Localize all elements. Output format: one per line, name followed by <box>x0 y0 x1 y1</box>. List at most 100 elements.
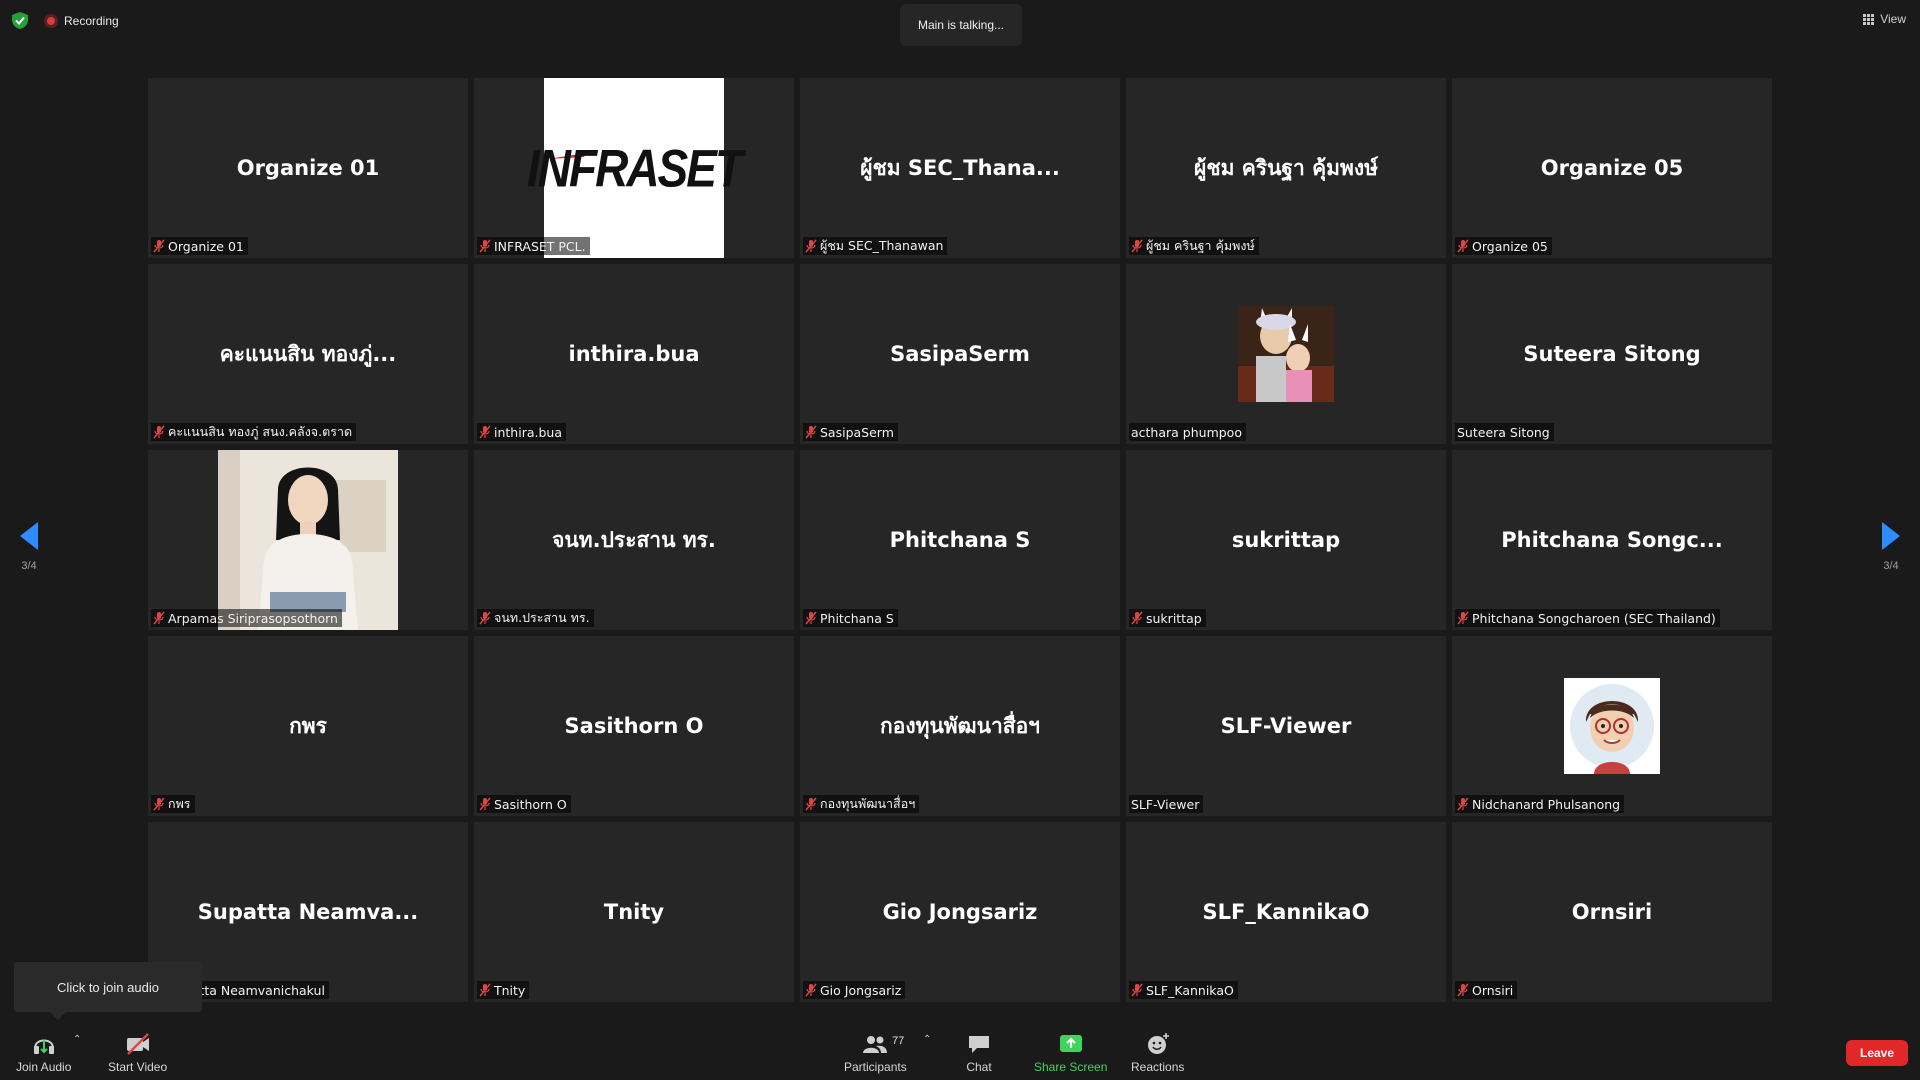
mic-muted-icon <box>805 611 817 625</box>
tile-display-name: Phitchana Songc... <box>1501 528 1723 552</box>
tile-name-label: Phitchana Songcharoen (SEC Thailand) <box>1455 609 1720 627</box>
leave-button[interactable]: Leave <box>1846 1040 1908 1066</box>
recording-indicator[interactable]: Recording <box>44 12 119 30</box>
video-tile[interactable]: SLF-Viewer SLF-Viewer <box>1126 636 1446 816</box>
grid-view-icon <box>1863 13 1875 25</box>
tile-name-label: Organize 01 <box>151 237 248 255</box>
tile-display-name: SasipaSerm <box>890 342 1030 366</box>
tile-label-text: Arpamas Siriprasopsothorn <box>168 610 338 626</box>
video-tile[interactable]: Ornsiri Ornsiri <box>1452 822 1772 1002</box>
tile-name-label: ผู้ชม ครินฐา คุ้มพงษ์ <box>1129 237 1259 255</box>
view-button[interactable]: View <box>1863 12 1906 26</box>
profile-photo <box>218 450 398 630</box>
video-tile[interactable]: Sasithorn O Sasithorn O <box>474 636 794 816</box>
tile-name-label: Sasithorn O <box>477 795 571 813</box>
mic-muted-icon <box>479 983 491 997</box>
tile-display-name: ผู้ชม ครินฐา คุ้มพงษ์ <box>1194 155 1378 180</box>
participants-count: 77 <box>892 1035 905 1047</box>
tile-label-text: จนท.ประสาน ทร. <box>494 610 590 625</box>
gallery-grid: Organize 01 Organize 01 INFRASET INFRASE… <box>148 78 1772 1002</box>
start-video-button[interactable]: Start Video <box>108 1032 167 1074</box>
tile-label-text: Ornsiri <box>1472 982 1514 998</box>
participants-options-caret-icon[interactable]: ⌃ <box>923 1034 931 1045</box>
mic-muted-icon <box>479 239 491 253</box>
video-tile[interactable]: ผู้ชม SEC_Thana... ผู้ชม SEC_Thanawan <box>800 78 1120 258</box>
tile-display-name: ผู้ชม SEC_Thana... <box>860 155 1060 180</box>
video-tile[interactable]: Phitchana Songc... Phitchana Songcharoen… <box>1452 450 1772 630</box>
tile-label-text: inthira.bua <box>494 424 562 440</box>
audio-options-caret-icon[interactable]: ⌃ <box>73 1034 81 1045</box>
mic-muted-icon <box>1457 983 1469 997</box>
tile-label-text: Phitchana S <box>820 610 894 626</box>
tile-label-text: SLF_KannikaO <box>1146 982 1234 998</box>
mic-muted-icon <box>1457 239 1469 253</box>
tile-display-name: Tnity <box>603 900 665 924</box>
tile-name-label: Nidchanard Phulsanong <box>1455 795 1625 813</box>
tile-display-name: inthira.bua <box>568 342 700 366</box>
mic-muted-icon <box>479 797 491 811</box>
mic-muted-icon <box>153 239 165 253</box>
tile-label-text: INFRASET PCL. <box>494 238 586 254</box>
recording-dot-icon <box>44 14 58 28</box>
emoji-plus-icon <box>1147 1033 1169 1054</box>
chat-bubble-icon <box>969 1036 989 1053</box>
tile-display-name: SLF-Viewer <box>1220 714 1352 738</box>
mic-muted-icon <box>479 425 491 439</box>
video-tile[interactable]: INFRASET INFRASET PCL. <box>474 78 794 258</box>
reactions-button[interactable]: Reactions <box>1131 1032 1184 1074</box>
tile-label-text: กพร <box>168 796 191 811</box>
video-tile[interactable]: ผู้ชม ครินฐา คุ้มพงษ์ ผู้ชม ครินฐา คุ้มพ… <box>1126 78 1446 258</box>
join-audio-tooltip[interactable]: Click to join audio <box>14 962 202 1020</box>
tile-name-label: SLF-Viewer <box>1129 795 1204 813</box>
tile-name-label: sukrittap <box>1129 609 1206 627</box>
mic-muted-icon <box>1131 611 1143 625</box>
video-tile[interactable]: คะแนนสิน ทองภู่... คะแนนสิน ทองภู่ สนง.ค… <box>148 264 468 444</box>
share-screen-button[interactable]: Share Screen <box>1034 1032 1107 1074</box>
video-tile[interactable]: กพร กพร <box>148 636 468 816</box>
mic-muted-icon <box>153 797 165 811</box>
video-tile[interactable]: inthira.bua inthira.bua <box>474 264 794 444</box>
tile-label-text: SasipaSerm <box>820 424 894 440</box>
video-tile[interactable]: Suteera Sitong Suteera Sitong <box>1452 264 1772 444</box>
video-tile[interactable]: acthara phumpoo <box>1126 264 1446 444</box>
video-tile[interactable]: SLF_KannikaO SLF_KannikaO <box>1126 822 1446 1002</box>
video-tile[interactable]: SasipaSerm SasipaSerm <box>800 264 1120 444</box>
video-tile[interactable]: Organize 01 Organize 01 <box>148 78 468 258</box>
tile-label-text: Organize 05 <box>1472 238 1548 254</box>
chat-label: Chat <box>966 1060 992 1074</box>
video-tile[interactable]: จนท.ประสาน ทร. จนท.ประสาน ทร. <box>474 450 794 630</box>
security-shield-icon[interactable] <box>12 12 28 29</box>
mic-muted-icon <box>1457 611 1469 625</box>
participants-icon <box>863 1036 888 1053</box>
tile-display-name: Suteera Sitong <box>1523 342 1701 366</box>
video-tile[interactable]: Nidchanard Phulsanong <box>1452 636 1772 816</box>
previous-page-button[interactable]: 3/4 <box>9 522 49 572</box>
tile-name-label: Gio Jongsariz <box>803 981 906 999</box>
tile-label-text: sukrittap <box>1146 610 1202 626</box>
join-audio-button[interactable]: Join Audio <box>16 1032 71 1074</box>
chat-button[interactable]: Chat <box>966 1032 992 1074</box>
meeting-toolbar: Join Audio ⌃ Start Video Participants 77… <box>0 1024 1920 1080</box>
video-tile[interactable]: Organize 05 Organize 05 <box>1452 78 1772 258</box>
tile-label-text: Phitchana Songcharoen (SEC Thailand) <box>1472 610 1716 626</box>
tile-display-name: Ornsiri <box>1571 900 1653 924</box>
mic-muted-icon <box>805 425 817 439</box>
logo-text: INFRASET <box>527 138 743 198</box>
mic-muted-icon <box>1131 239 1143 253</box>
video-tile[interactable]: Phitchana S Phitchana S <box>800 450 1120 630</box>
video-tile[interactable]: sukrittap sukrittap <box>1126 450 1446 630</box>
tile-label-text: Suteera Sitong <box>1457 424 1550 440</box>
tile-name-label: กองทุนพัฒนาสื่อฯ <box>803 795 920 813</box>
video-tile[interactable]: Gio Jongsariz Gio Jongsariz <box>800 822 1120 1002</box>
tile-label-text: Organize 01 <box>168 238 244 254</box>
tile-label-text: ผู้ชม ครินฐา คุ้มพงษ์ <box>1146 238 1255 253</box>
profile-photo <box>1238 306 1334 402</box>
video-tile[interactable]: Arpamas Siriprasopsothorn <box>148 450 468 630</box>
tile-name-label: inthira.bua <box>477 423 566 441</box>
tile-label-text: Tnity <box>494 982 526 998</box>
tile-name-label: Suteera Sitong <box>1455 423 1554 441</box>
next-page-button[interactable]: 3/4 <box>1871 522 1911 572</box>
tile-name-label: acthara phumpoo <box>1129 423 1246 441</box>
video-tile[interactable]: Tnity Tnity <box>474 822 794 1002</box>
video-tile[interactable]: กองทุนพัฒนาสื่อฯ กองทุนพัฒนาสื่อฯ <box>800 636 1120 816</box>
